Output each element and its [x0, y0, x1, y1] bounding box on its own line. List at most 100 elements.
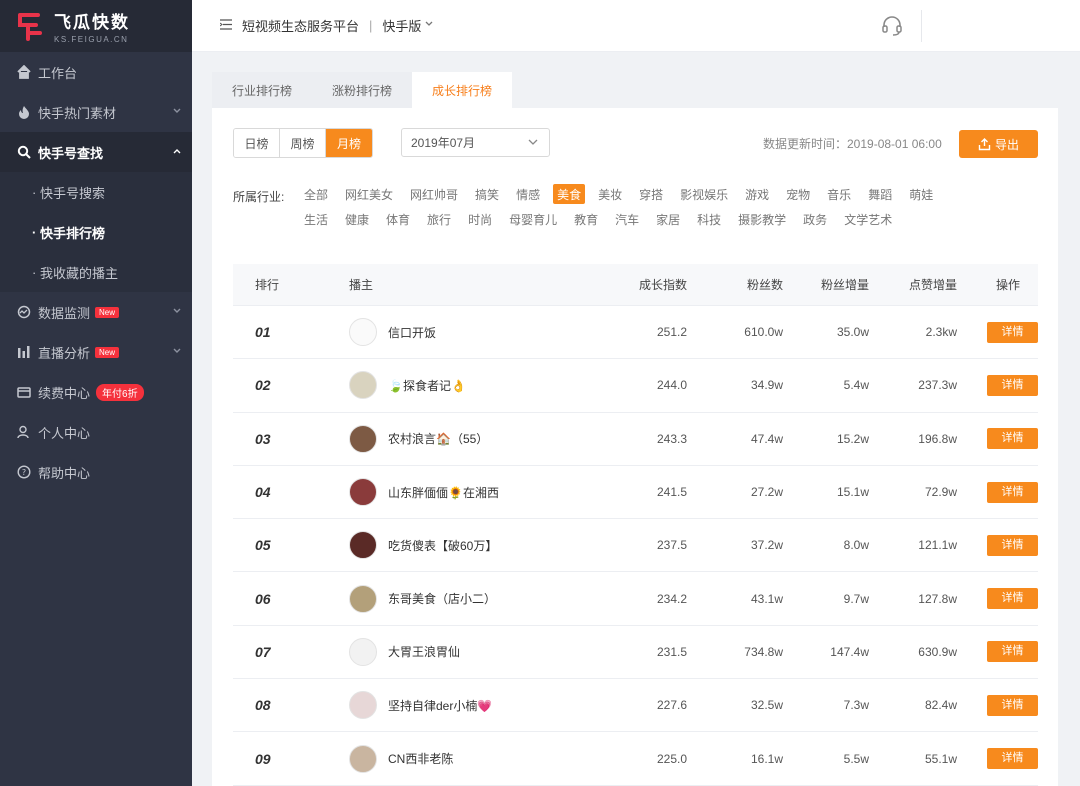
sidebar: 飞瓜快数 KS.FEIGUA.CN 工作台 快手热门素材 快手号查找 · 快手号… — [0, 0, 192, 786]
sidebar-subitem-label: 快手号搜索 — [39, 185, 105, 201]
host-cell[interactable]: 吃货傻表【破60万】 — [333, 531, 607, 560]
action-cell: 详情 — [957, 374, 1038, 396]
table-row: 08 坚持自律der小楠💗 227.6 32.5w 7.3w 82.4w 详情 — [233, 679, 1038, 733]
detail-button[interactable]: 详情 — [987, 641, 1038, 663]
host-cell[interactable]: 🍃探食者记👌 — [333, 371, 607, 400]
industry-tag[interactable]: 萌娃 — [905, 184, 937, 204]
industry-tag[interactable]: 游戏 — [741, 184, 773, 204]
detail-button[interactable]: 详情 — [987, 321, 1038, 343]
export-button[interactable]: 导出 — [959, 130, 1038, 158]
industry-tag[interactable]: 影视娱乐 — [676, 184, 732, 204]
avatar — [349, 584, 377, 613]
industry-tag[interactable]: 母婴育儿 — [505, 209, 561, 229]
version-switcher[interactable]: 快手版 — [382, 16, 421, 35]
host-name[interactable]: 农村浪言🏠（55） — [388, 430, 488, 447]
growth-index: 241.5 — [656, 485, 687, 500]
top-bar: 短视频生态服务平台 | 快手版 — [192, 0, 1080, 52]
industry-tag[interactable]: 舞蹈 — [864, 184, 896, 204]
sidebar-item-hot-material[interactable]: 快手热门素材 — [0, 92, 192, 132]
customer-service-icon[interactable] — [880, 14, 904, 38]
sidebar-item-renewal[interactable]: 续费中心 年付6折 — [0, 372, 192, 412]
detail-button[interactable]: 详情 — [987, 534, 1038, 556]
tab-fans-growth-ranking[interactable]: 涨粉排行榜 — [312, 72, 413, 108]
detail-button[interactable]: 详情 — [987, 481, 1038, 503]
host-cell[interactable]: 山东胖偭偭🌻在湘西 — [333, 478, 607, 507]
host-name[interactable]: 大胃王浪胃仙 — [388, 643, 460, 660]
host-name[interactable]: 东哥美食（店小二） — [388, 590, 496, 607]
sidebar-item-monitoring[interactable]: 数据监测 New — [0, 292, 192, 332]
host-cell[interactable]: CN西非老陈 — [333, 744, 607, 773]
sidebar-subitem-favorites[interactable]: · 我收藏的播主 — [0, 252, 192, 292]
period-weekly-button[interactable]: 周榜 — [280, 129, 326, 157]
period-daily-button[interactable]: 日榜 — [234, 129, 280, 157]
host-cell[interactable]: 东哥美食（店小二） — [333, 584, 607, 613]
industry-tag[interactable]: 旅行 — [423, 209, 455, 229]
industry-tag[interactable]: 全部 — [300, 184, 332, 204]
host-name[interactable]: 吃货傻表【破60万】 — [388, 537, 497, 554]
host-name[interactable]: 🍃探食者记👌 — [388, 377, 466, 394]
fans-increase: 15.1w — [836, 485, 869, 500]
likes-increase: 196.8w — [918, 431, 957, 446]
fans-count: 734.8w — [744, 644, 783, 659]
month-select[interactable]: 2019年07月 — [401, 128, 550, 157]
detail-button[interactable]: 详情 — [987, 748, 1038, 770]
host-name[interactable]: 坚持自律der小楠💗 — [388, 697, 492, 714]
host-name[interactable]: CN西非老陈 — [388, 750, 453, 767]
chevron-down-icon — [527, 136, 539, 151]
sidebar-item-account-search[interactable]: 快手号查找 — [0, 132, 192, 172]
chevron-down-icon — [172, 306, 182, 319]
industry-tag[interactable]: 家居 — [652, 209, 684, 229]
sidebar-subitem-ranking[interactable]: · 快手排行榜 — [0, 212, 192, 252]
host-cell[interactable]: 信口开饭 — [333, 318, 607, 347]
rank-number: 02 — [255, 377, 271, 394]
period-monthly-button[interactable]: 月榜 — [326, 129, 372, 157]
detail-button[interactable]: 详情 — [987, 694, 1038, 716]
sidebar-subitem-search[interactable]: · 快手号搜索 — [0, 172, 192, 212]
host-cell[interactable]: 大胃王浪胃仙 — [333, 637, 607, 666]
industry-tag[interactable]: 生活 — [300, 209, 332, 229]
detail-button[interactable]: 详情 — [987, 428, 1038, 450]
industry-tag[interactable]: 网红美女 — [341, 184, 397, 204]
detail-button[interactable]: 详情 — [987, 374, 1038, 396]
detail-button[interactable]: 详情 — [987, 588, 1038, 610]
tab-industry-ranking[interactable]: 行业排行榜 — [212, 72, 313, 108]
chevron-down-icon[interactable] — [424, 19, 434, 32]
tab-growth-ranking[interactable]: 成长排行榜 — [412, 72, 513, 108]
industry-tag[interactable]: 宠物 — [782, 184, 814, 204]
industry-tag[interactable]: 情感 — [512, 184, 544, 204]
industry-tag[interactable]: 科技 — [693, 209, 725, 229]
sidebar-item-live-analysis[interactable]: 直播分析 New — [0, 332, 192, 372]
industry-tag[interactable]: 时尚 — [464, 209, 496, 229]
industry-tag[interactable]: 穿搭 — [635, 184, 667, 204]
sidebar-subitem-label: 我收藏的播主 — [39, 265, 118, 281]
industry-tag[interactable]: 文学艺术 — [840, 209, 896, 229]
col-rank: 排行 — [255, 278, 280, 292]
industry-tag[interactable]: 摄影教学 — [734, 209, 790, 229]
sidebar-item-profile[interactable]: 个人中心 — [0, 412, 192, 452]
industry-tag[interactable]: 美妆 — [594, 184, 626, 204]
industry-tag[interactable]: 搞笑 — [471, 184, 503, 204]
fans-count: 34.9w — [750, 378, 783, 393]
fans-count: 16.1w — [750, 751, 783, 766]
sidebar-item-help[interactable]: ? 帮助中心 — [0, 452, 192, 492]
industry-tag[interactable]: 健康 — [341, 209, 373, 229]
sidebar-subitem-label: 快手排行榜 — [39, 225, 105, 241]
host-name[interactable]: 信口开饭 — [388, 324, 436, 341]
col-host: 播主 — [349, 278, 374, 292]
industry-tag[interactable]: 汽车 — [611, 209, 643, 229]
industry-tag[interactable]: 网红帅哥 — [406, 184, 462, 204]
menu-toggle-icon[interactable] — [219, 18, 232, 33]
host-cell[interactable]: 农村浪言🏠（55） — [333, 424, 607, 453]
industry-tag[interactable]: 美食 — [553, 184, 586, 204]
sidebar-item-label: 续费中心 — [38, 385, 91, 401]
avatar — [349, 478, 377, 507]
industry-tag[interactable]: 教育 — [570, 209, 602, 229]
host-cell[interactable]: 坚持自律der小楠💗 — [333, 691, 607, 720]
industry-tag[interactable]: 体育 — [382, 209, 414, 229]
sidebar-item-workbench[interactable]: 工作台 — [0, 52, 192, 92]
likes-increase: 2.3kw — [925, 325, 957, 340]
industry-tag[interactable]: 政务 — [799, 209, 831, 229]
host-name[interactable]: 山东胖偭偭🌻在湘西 — [388, 484, 499, 501]
brand-logo[interactable]: 飞瓜快数 KS.FEIGUA.CN — [0, 0, 192, 52]
industry-tag[interactable]: 音乐 — [823, 184, 855, 204]
